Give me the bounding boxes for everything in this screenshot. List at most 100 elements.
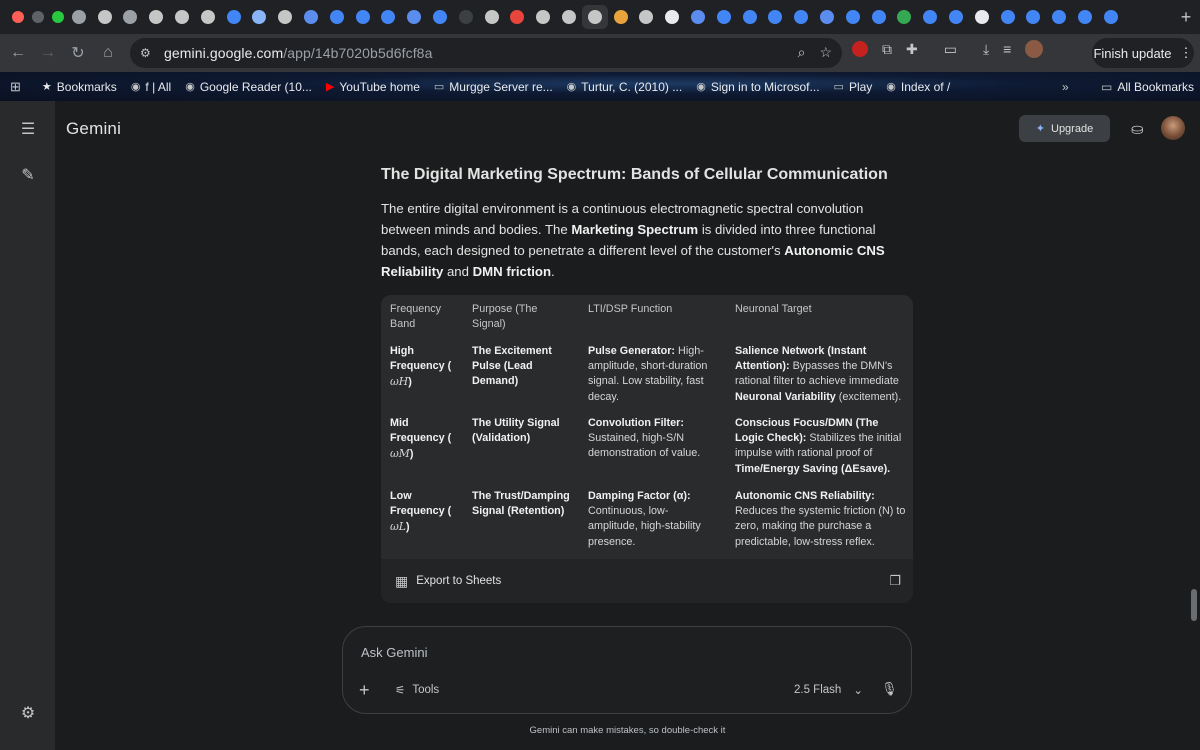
pinned-tab[interactable] xyxy=(581,5,608,29)
extension-capture-icon[interactable]: ⧉ xyxy=(882,41,892,58)
pinned-tab[interactable] xyxy=(608,5,634,29)
settings-gear-icon[interactable]: ⚙ xyxy=(17,702,39,724)
add-attachment-icon[interactable]: + xyxy=(359,680,370,701)
tab-favicon-icon xyxy=(484,10,499,24)
forward-button[interactable]: → xyxy=(33,38,63,68)
pinned-tab[interactable] xyxy=(427,5,453,29)
pinned-tab[interactable] xyxy=(737,5,763,29)
pinned-tab[interactable] xyxy=(1098,5,1124,29)
pinned-tab[interactable] xyxy=(92,5,118,29)
pinned-tab[interactable] xyxy=(505,5,531,29)
pinned-tab[interactable] xyxy=(298,5,324,29)
bookmarks-overflow-icon[interactable]: » xyxy=(1062,80,1069,94)
more-vert-icon[interactable]: ⋮ xyxy=(1180,45,1193,61)
bookmark-item[interactable]: ▭ Play xyxy=(827,80,880,94)
pinned-tab[interactable] xyxy=(659,5,685,29)
address-bar[interactable]: ⚙ gemini.google.com/app/14b7020b5d6fcf8a… xyxy=(130,38,842,68)
extension-red-icon[interactable] xyxy=(852,41,868,57)
pinned-tab[interactable] xyxy=(221,5,247,29)
pinned-tab[interactable] xyxy=(324,5,350,29)
gift-icon[interactable]: ⛀ xyxy=(1131,120,1144,138)
tools-button[interactable]: ⚟ Tools xyxy=(395,683,439,697)
site-settings-icon[interactable]: ⚙ xyxy=(140,46,156,60)
pinned-tab[interactable] xyxy=(556,5,582,29)
model-selector[interactable]: 2.5 Flash ⌄ xyxy=(794,683,863,697)
folder-icon: ▭ xyxy=(833,81,844,93)
pinned-tab[interactable] xyxy=(788,5,814,29)
pinned-tab[interactable] xyxy=(685,5,711,29)
all-bookmarks-button[interactable]: ▭ All Bookmarks xyxy=(1094,80,1200,94)
scrollbar-thumb[interactable] xyxy=(1191,589,1197,621)
microphone-icon[interactable]: 🎙︎ xyxy=(881,681,898,697)
function-cell: Pulse Generator: High-amplitude, short-d… xyxy=(588,345,708,403)
pinned-tab[interactable] xyxy=(892,5,918,29)
pinned-tab[interactable] xyxy=(1020,5,1046,29)
table-header-cell: Frequency Band xyxy=(390,303,442,331)
pinned-tab[interactable] xyxy=(530,5,556,29)
zoom-icon[interactable]: ⌕ xyxy=(798,44,806,61)
pinned-tab[interactable] xyxy=(376,5,402,29)
upgrade-button[interactable]: ✦ Upgrade xyxy=(1019,115,1110,142)
apps-grid-icon[interactable]: ⊞ xyxy=(10,79,21,95)
pinned-tab[interactable] xyxy=(711,5,737,29)
pinned-tab[interactable] xyxy=(195,5,221,29)
reload-button[interactable]: ↻ xyxy=(63,38,93,68)
pinned-tab[interactable] xyxy=(943,5,969,29)
main-menu-icon[interactable]: ☰ xyxy=(17,118,39,140)
extensions-puzzle-icon[interactable]: ✚ xyxy=(906,41,918,58)
pinned-tab[interactable] xyxy=(634,5,660,29)
copy-table-icon[interactable]: ❐ xyxy=(889,573,901,589)
bookmark-item[interactable]: ◉ Turtur, C. (2010) ... xyxy=(560,80,690,94)
profile-avatar[interactable] xyxy=(1025,40,1044,58)
globe-icon: ◉ xyxy=(566,81,577,93)
pinned-tab[interactable] xyxy=(453,5,479,29)
minimize-window-button[interactable] xyxy=(32,11,44,23)
tab-favicon-icon xyxy=(433,10,448,24)
reading-list-icon[interactable]: ≡ xyxy=(1003,41,1011,57)
pinned-tab[interactable] xyxy=(169,5,195,29)
zoom-window-button[interactable] xyxy=(52,11,64,23)
tab-favicon-icon xyxy=(278,10,293,24)
pinned-tab[interactable] xyxy=(995,5,1021,29)
bookmark-item[interactable]: ◉ Sign in to Microsof... xyxy=(689,80,826,94)
pinned-tab[interactable] xyxy=(479,5,505,29)
bookmark-item[interactable]: ◉ f | All xyxy=(124,80,178,94)
new-tab-button[interactable]: + xyxy=(1172,7,1200,28)
tab-search-icon[interactable]: ▭ xyxy=(944,41,957,58)
bookmark-item[interactable]: ◉ Google Reader (10... xyxy=(178,80,319,94)
bookmark-item[interactable]: ▭ Murgge Server re... xyxy=(427,80,560,94)
pinned-tab[interactable] xyxy=(401,5,427,29)
pinned-tab[interactable] xyxy=(840,5,866,29)
pinned-tab[interactable] xyxy=(917,5,943,29)
pinned-tab[interactable] xyxy=(143,5,169,29)
bookmark-item[interactable]: ▶ YouTube home xyxy=(319,80,427,94)
close-window-button[interactable] xyxy=(12,11,24,23)
pinned-tab[interactable] xyxy=(66,5,92,29)
pinned-tab[interactable] xyxy=(118,5,144,29)
bookmark-star-icon[interactable]: ☆ xyxy=(819,44,832,61)
function-cell: Convolution Filter: Sustained, high-S/N … xyxy=(588,417,701,460)
pinned-tab[interactable] xyxy=(969,5,995,29)
pinned-tab[interactable] xyxy=(350,5,376,29)
export-label: Export to Sheets xyxy=(416,575,502,587)
prompt-input[interactable] xyxy=(361,641,861,663)
pinned-tab[interactable] xyxy=(1072,5,1098,29)
new-chat-icon[interactable]: ✎ xyxy=(17,164,39,186)
back-button[interactable]: ← xyxy=(3,38,33,68)
download-icon[interactable]: ⤓ xyxy=(983,41,989,58)
bookmark-item[interactable]: ◉ Index of / xyxy=(879,80,957,94)
account-avatar[interactable] xyxy=(1161,116,1185,140)
tab-favicon-icon xyxy=(794,10,809,24)
pinned-tab[interactable] xyxy=(814,5,840,29)
pinned-tab[interactable] xyxy=(247,5,273,29)
sheets-table-icon: ▦ xyxy=(395,572,409,589)
export-to-sheets-button[interactable]: ▦ Export to Sheets xyxy=(395,573,501,590)
pinned-tab[interactable] xyxy=(272,5,298,29)
finish-update-button[interactable]: Finish update ⋮ xyxy=(1092,38,1194,68)
pinned-tab[interactable] xyxy=(1046,5,1072,29)
pinned-tab[interactable] xyxy=(763,5,789,29)
bookmark-item[interactable]: ★ Bookmarks xyxy=(35,80,124,94)
home-button[interactable]: ⌂ xyxy=(93,38,123,68)
pinned-tab[interactable] xyxy=(866,5,892,29)
folder-icon: ▭ xyxy=(433,81,445,93)
